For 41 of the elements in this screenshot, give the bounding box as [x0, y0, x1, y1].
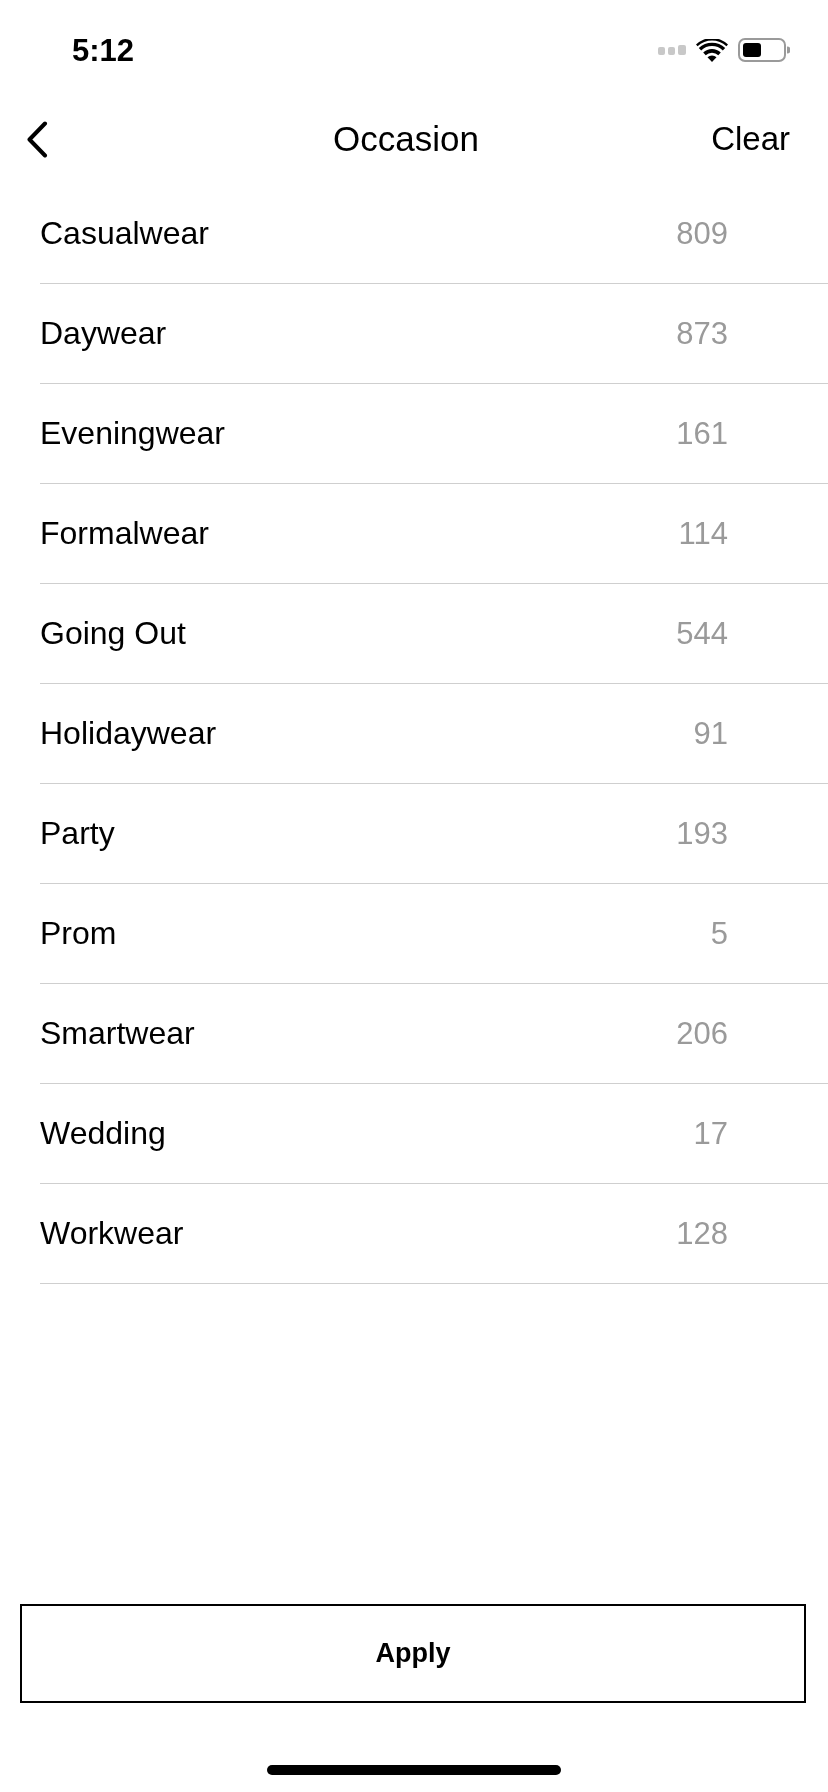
- occasion-row[interactable]: Wedding 17: [40, 1084, 828, 1184]
- occasion-name: Going Out: [40, 614, 186, 653]
- wifi-icon: [696, 38, 728, 62]
- battery-icon: [738, 38, 790, 62]
- occasion-name: Holidaywear: [40, 714, 217, 753]
- occasion-count: 161: [676, 414, 728, 453]
- occasion-count: 114: [678, 514, 728, 553]
- occasion-count: 193: [676, 814, 728, 853]
- occasion-count: 17: [693, 1114, 728, 1153]
- occasion-name: Formalwear: [40, 514, 209, 553]
- occasion-name: Casualwear: [40, 214, 209, 253]
- occasion-name: Smartwear: [40, 1014, 195, 1053]
- occasion-row[interactable]: Eveningwear 161: [40, 384, 828, 484]
- occasion-row[interactable]: Workwear 128: [40, 1184, 828, 1284]
- occasion-name: Workwear: [40, 1214, 184, 1253]
- occasion-count: 206: [676, 1014, 728, 1053]
- occasion-name: Party: [40, 814, 115, 853]
- clear-button[interactable]: Clear: [711, 119, 790, 159]
- occasion-row[interactable]: Prom 5: [40, 884, 828, 984]
- status-time: 5:12: [72, 34, 135, 66]
- apply-button[interactable]: Apply: [20, 1604, 806, 1703]
- occasion-count: 91: [693, 714, 728, 753]
- occasion-row[interactable]: Casualwear 809: [40, 184, 828, 284]
- occasion-count: 5: [710, 914, 728, 953]
- occasion-count: 873: [676, 314, 728, 353]
- occasion-name: Eveningwear: [40, 414, 225, 453]
- signal-icon: [658, 45, 686, 55]
- occasion-row[interactable]: Smartwear 206: [40, 984, 828, 1084]
- occasion-row[interactable]: Daywear 873: [40, 284, 828, 384]
- occasion-name: Wedding: [40, 1114, 166, 1153]
- screen-title: Occasion: [333, 118, 479, 160]
- occasion-count: 544: [676, 614, 728, 653]
- occasion-name: Prom: [40, 914, 117, 953]
- occasion-count: 128: [676, 1214, 728, 1253]
- occasion-row[interactable]: Party 193: [40, 784, 828, 884]
- occasion-name: Daywear: [40, 314, 167, 353]
- chevron-left-icon: [26, 120, 48, 158]
- occasion-row[interactable]: Going Out 544: [40, 584, 828, 684]
- occasion-count: 809: [676, 214, 728, 253]
- occasion-row[interactable]: Holidaywear 91: [40, 684, 828, 784]
- occasion-row[interactable]: Formalwear 114: [40, 484, 828, 584]
